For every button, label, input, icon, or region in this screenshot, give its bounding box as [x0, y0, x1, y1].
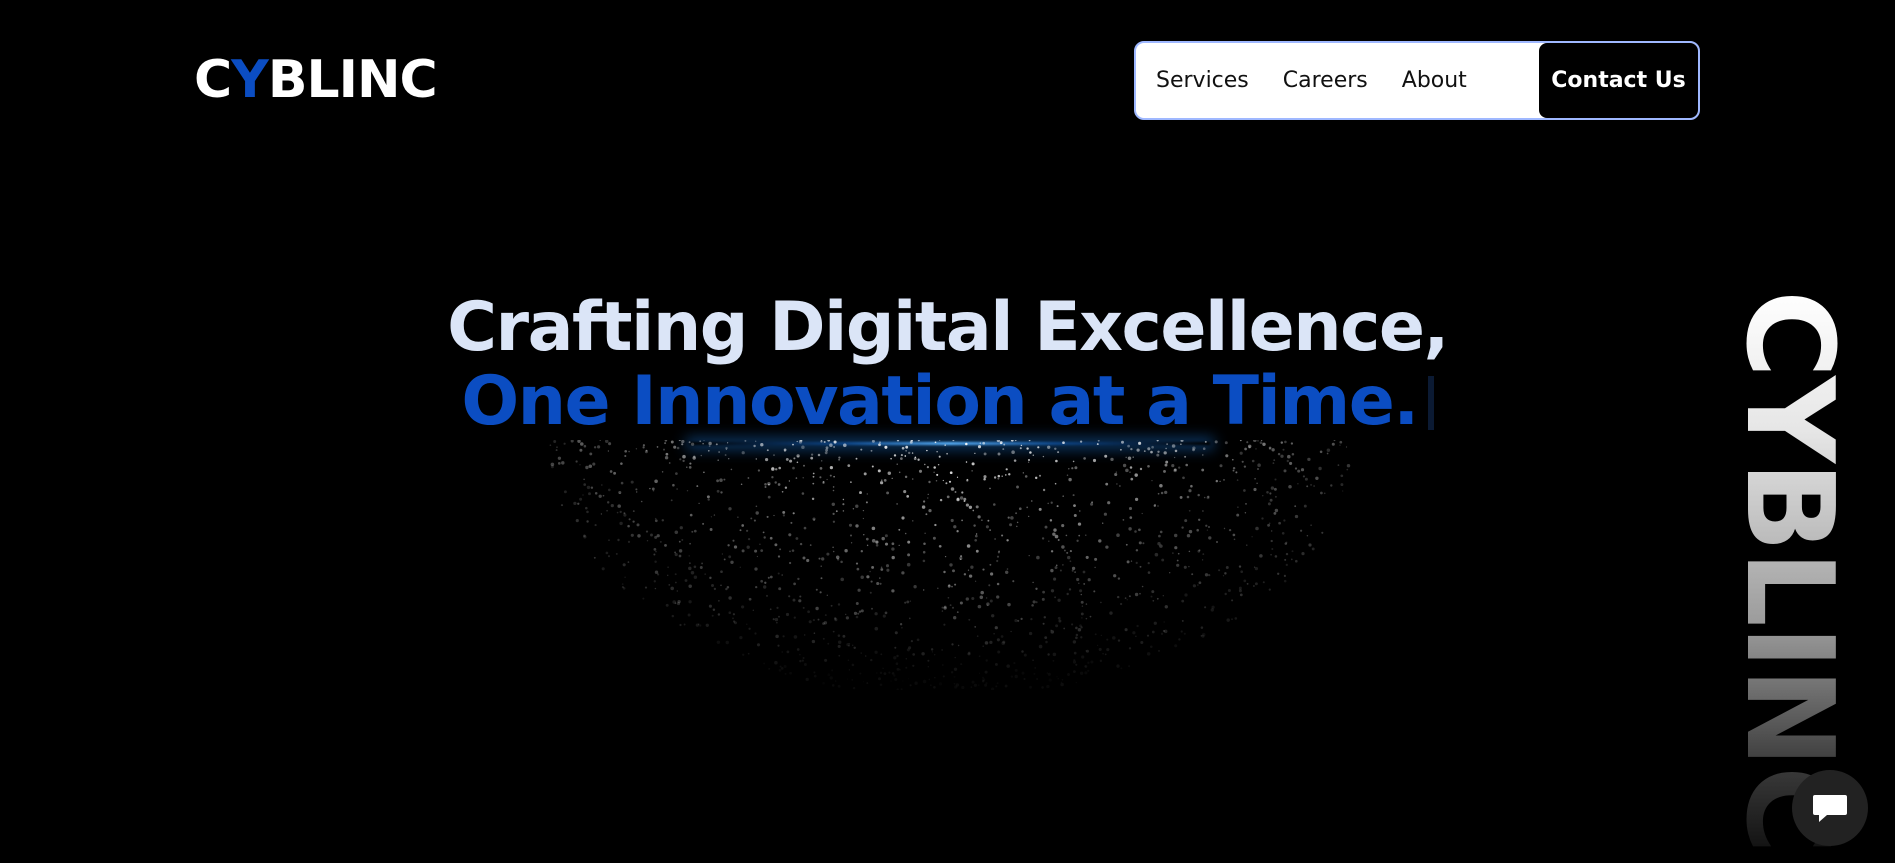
main-nav: Services Careers About Contact Us: [1134, 41, 1700, 120]
hero-headline-text: Crafting Digital Excellence,: [447, 288, 1449, 367]
contact-us-button[interactable]: Contact Us: [1539, 43, 1698, 118]
hero-headline: Crafting Digital Excellence,: [0, 288, 1895, 368]
hero-subheadline: One Innovation at a Time.: [0, 362, 1895, 442]
nav-link-about[interactable]: About: [1402, 68, 1467, 93]
nav-link-services[interactable]: Services: [1156, 68, 1249, 93]
chat-bubble-icon: [1813, 795, 1847, 822]
logo[interactable]: CYBLINC: [194, 50, 438, 110]
logo-accent-letter: Y: [231, 50, 269, 110]
nav-link-careers[interactable]: Careers: [1283, 68, 1368, 93]
logo-suffix: BLINC: [267, 50, 438, 110]
page: CYBLINC Services Careers About Contact U…: [0, 0, 1895, 863]
chat-button[interactable]: [1792, 770, 1868, 846]
hero-subheadline-text: One Innovation at a Time.: [461, 362, 1419, 441]
vertical-brand-text: CYBLINC: [1719, 290, 1858, 853]
particle-field: [549, 440, 1351, 690]
logo-prefix: C: [194, 50, 232, 110]
typing-cursor: [1427, 376, 1434, 430]
